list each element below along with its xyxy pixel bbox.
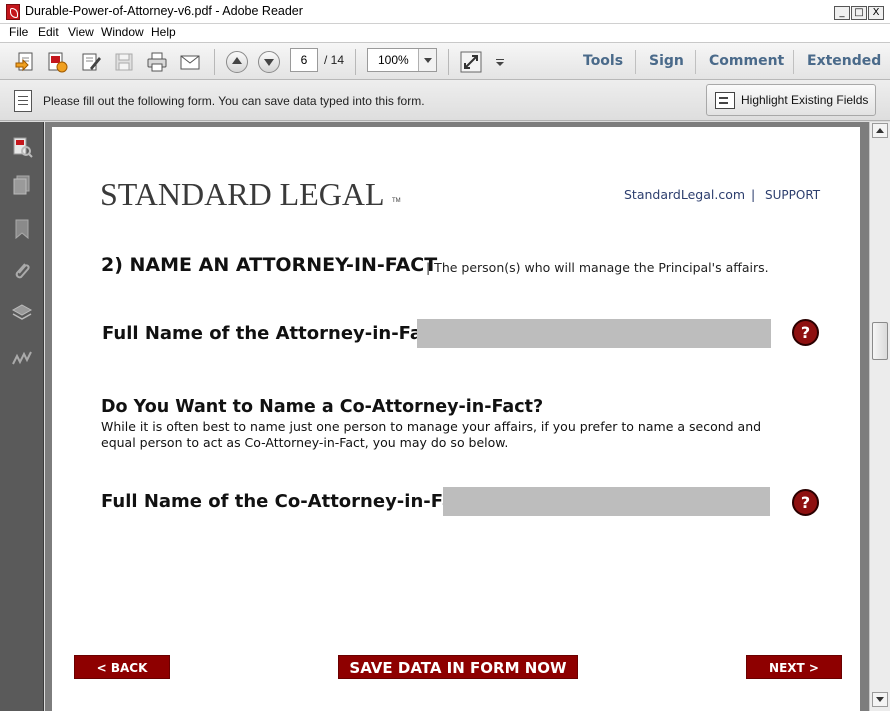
fit-page-icon[interactable] xyxy=(460,51,482,73)
bookmarks-icon[interactable] xyxy=(11,218,33,240)
page-number-input[interactable]: 6 xyxy=(290,48,318,72)
menu-window[interactable]: Window xyxy=(101,25,144,39)
co-attorney-question: Do You Want to Name a Co-Attorney-in-Fac… xyxy=(101,397,544,417)
back-button[interactable]: < BACK xyxy=(74,655,170,679)
minimize-button[interactable]: _ xyxy=(834,6,850,20)
more-tools-chevron-icon[interactable] xyxy=(494,51,506,73)
logo-trademark: TM xyxy=(392,198,401,204)
maximize-button[interactable]: □ xyxy=(851,6,867,20)
zoom-value: 100% xyxy=(378,53,409,67)
scroll-down-arrow-icon[interactable] xyxy=(872,692,888,707)
highlight-fields-icon xyxy=(715,92,735,109)
scroll-up-arrow-icon[interactable] xyxy=(872,123,888,138)
standard-legal-logo: STANDARD LEGAL xyxy=(100,176,385,212)
toolbar-separator xyxy=(355,49,356,75)
zoom-select[interactable]: 100% xyxy=(367,48,437,72)
sign-pane-link[interactable]: Sign xyxy=(649,53,684,69)
highlight-fields-label: Highlight Existing Fields xyxy=(741,93,869,107)
co-attorney-description: While it is often best to name just one … xyxy=(101,419,762,450)
co-attorney-help-icon[interactable]: ? xyxy=(792,489,819,516)
extended-pane-link[interactable]: Extended xyxy=(807,53,881,69)
menu-edit[interactable]: Edit xyxy=(38,25,59,39)
layers-icon[interactable] xyxy=(11,302,33,324)
window-title: Durable-Power-of-Attorney-v6.pdf - Adobe… xyxy=(25,4,303,18)
attorney-name-field[interactable] xyxy=(417,319,771,348)
attachments-icon[interactable] xyxy=(11,260,33,282)
open-icon[interactable] xyxy=(14,51,36,73)
section-title: 2) NAME AN ATTORNEY-IN-FACT xyxy=(101,254,438,276)
zoom-dropdown-arrow-icon[interactable] xyxy=(418,49,436,71)
adobe-reader-icon xyxy=(6,4,20,20)
signatures-icon[interactable] xyxy=(11,346,33,368)
toolbar-separator xyxy=(635,50,636,74)
create-pdf-icon[interactable] xyxy=(46,51,68,73)
link-separator: | xyxy=(751,187,756,202)
page-total: / 14 xyxy=(324,53,345,67)
vertical-scrollbar[interactable] xyxy=(869,122,890,711)
print-icon[interactable] xyxy=(146,51,168,73)
comment-pane-link[interactable]: Comment xyxy=(709,53,784,69)
menu-file[interactable]: File xyxy=(9,25,28,39)
attorney-name-label: Full Name of the Attorney-in-Fact: xyxy=(102,323,449,344)
attorney-help-icon[interactable]: ? xyxy=(792,319,819,346)
next-button[interactable]: NEXT > xyxy=(746,655,842,679)
menu-bar: File Edit View Window Help xyxy=(0,24,890,42)
form-info-message: Please fill out the following form. You … xyxy=(43,94,425,108)
co-attorney-name-label: Full Name of the Co-Attorney-in-Fact: xyxy=(101,491,481,512)
support-link[interactable]: SUPPORT xyxy=(765,188,820,202)
save-data-button[interactable]: SAVE DATA IN FORM NOW xyxy=(338,655,578,679)
toolbar-separator xyxy=(695,50,696,74)
close-button[interactable]: X xyxy=(868,6,884,20)
standardlegal-link[interactable]: StandardLegal.com xyxy=(624,187,745,202)
scroll-thumb[interactable] xyxy=(872,322,888,360)
edit-document-icon[interactable] xyxy=(80,51,102,73)
pages-icon[interactable] xyxy=(11,174,33,196)
form-icon xyxy=(14,90,32,112)
toolbar-separator xyxy=(448,49,449,75)
email-icon[interactable] xyxy=(179,51,201,73)
previous-page-button[interactable] xyxy=(226,51,248,73)
navigation-panel xyxy=(0,122,44,711)
section-subtitle: | The person(s) who will manage the Prin… xyxy=(426,260,769,275)
next-page-button[interactable] xyxy=(258,51,280,73)
save-icon[interactable] xyxy=(113,51,135,73)
toolbar-separator xyxy=(793,50,794,74)
menu-help[interactable]: Help xyxy=(151,25,176,39)
highlight-fields-button[interactable]: Highlight Existing Fields xyxy=(706,84,876,116)
menu-view[interactable]: View xyxy=(68,25,94,39)
title-bar: Durable-Power-of-Attorney-v6.pdf - Adobe… xyxy=(0,0,890,24)
toolbar-separator xyxy=(214,49,215,75)
tools-pane-link[interactable]: Tools xyxy=(583,53,623,69)
co-attorney-name-field[interactable] xyxy=(443,487,770,516)
page-thumbnails-icon[interactable] xyxy=(11,136,33,158)
